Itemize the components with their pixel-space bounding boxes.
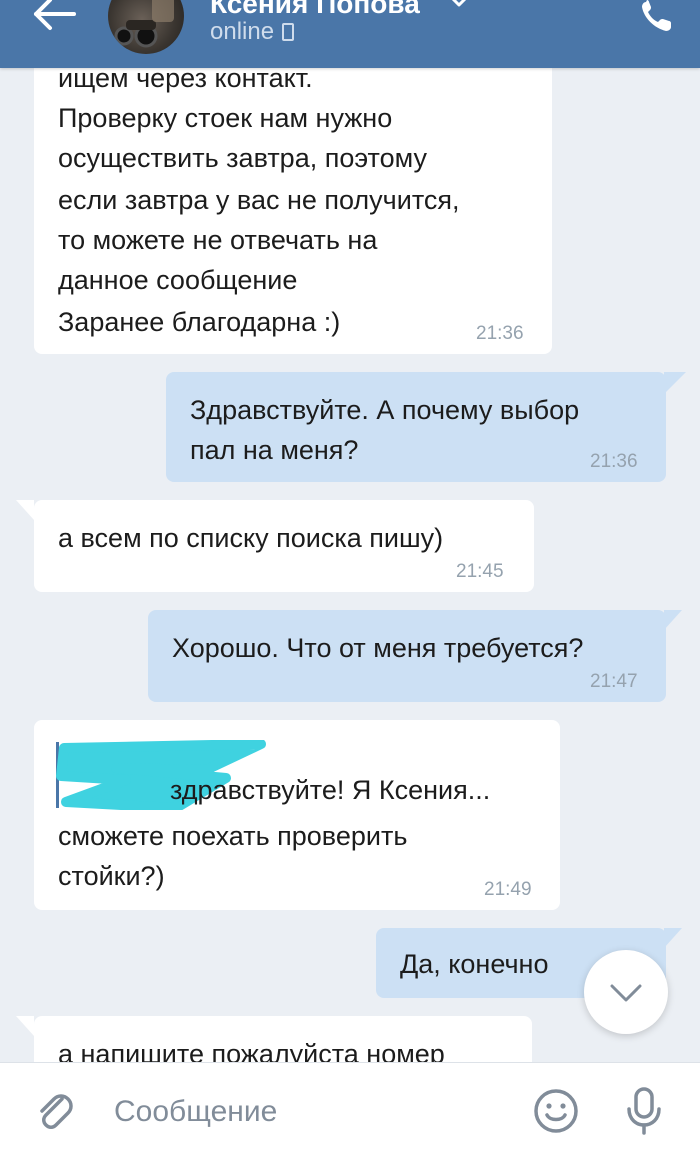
message-text-line: пал на меня? xyxy=(190,435,359,465)
chevron-down-icon xyxy=(610,984,642,1002)
back-button[interactable] xyxy=(30,0,80,40)
message-time: 21:49 xyxy=(484,879,532,900)
message-bubble-outgoing[interactable]: Здравствуйте. А почему выбор пал на меня… xyxy=(166,372,666,482)
message-text-line: осуществить завтра, поэтому xyxy=(58,143,427,173)
smiley-icon xyxy=(534,1089,578,1133)
message-time: 21:45 xyxy=(456,561,504,582)
bubble-tail xyxy=(16,500,34,520)
message-text-line: Хорошо. Что от меня требуется? xyxy=(172,633,584,663)
presence-status: online xyxy=(210,18,295,46)
attach-button[interactable] xyxy=(34,1089,74,1133)
message-input[interactable] xyxy=(112,1089,516,1135)
emoji-button[interactable] xyxy=(532,1087,580,1135)
avatar[interactable] xyxy=(108,0,184,54)
message-text-line: стойки?) xyxy=(58,861,165,891)
message-text-line: Здравствуйте. А почему выбор xyxy=(190,395,580,425)
avatar-photo xyxy=(114,0,174,48)
message-composer xyxy=(0,1062,700,1157)
phone-icon xyxy=(642,0,671,31)
voice-message-button[interactable] xyxy=(624,1085,664,1137)
bubble-tail xyxy=(664,928,682,948)
back-arrow-icon xyxy=(34,0,76,30)
bubble-tail xyxy=(664,372,686,394)
message-bubble-incoming[interactable]: здравствуйте! Я Ксения... сможете поехат… xyxy=(34,720,560,910)
message-text-line: то можете не отвечать на xyxy=(58,225,378,255)
message-bubble-incoming[interactable]: ищем через контакт. Проверку стоек нам н… xyxy=(34,40,552,354)
message-text-line: если завтра у вас не получится, xyxy=(58,185,460,215)
bubble-tail xyxy=(664,610,682,630)
message-time: 21:36 xyxy=(590,451,638,472)
contact-name[interactable]: Ксения Попова xyxy=(210,0,420,20)
message-text-line: здравствуйте! Я Ксения... xyxy=(170,775,491,805)
scroll-to-bottom-button[interactable] xyxy=(584,950,668,1034)
message-bubble-incoming[interactable]: а всем по списку поиска пишу) 21:45 xyxy=(34,500,534,592)
mobile-phone-icon xyxy=(282,23,295,41)
message-text-line: данное сообщение xyxy=(58,265,298,295)
message-feed[interactable]: ищем через контакт. Проверку стоек нам н… xyxy=(0,0,700,1062)
chevron-down-icon[interactable] xyxy=(450,0,468,10)
message-bubble-outgoing[interactable]: Хорошо. Что от меня требуется? 21:47 xyxy=(148,610,666,702)
message-bubble-incoming[interactable]: а напишите пожалуйста номер xyxy=(34,1016,532,1062)
bubble-tail xyxy=(16,1016,34,1036)
status-text: online xyxy=(210,18,275,45)
message-text-line: сможете поехать проверить xyxy=(58,821,408,851)
message-text-line: Проверку стоек нам нужно xyxy=(58,103,393,133)
chat-header: Ксения Попова online xyxy=(0,0,700,68)
message-text-line: Заранее благодарна :) xyxy=(58,307,341,337)
message-time: 21:36 xyxy=(476,323,524,344)
message-time: 21:47 xyxy=(590,671,638,692)
paperclip-icon xyxy=(40,1094,73,1129)
microphone-icon xyxy=(627,1087,661,1135)
message-text-line: а всем по списку поиска пишу) xyxy=(58,523,444,553)
message-text-line: а напишите пожалуйста номер xyxy=(58,1039,445,1062)
message-text-line: Да, конечно xyxy=(400,949,549,979)
call-button[interactable] xyxy=(636,0,676,36)
